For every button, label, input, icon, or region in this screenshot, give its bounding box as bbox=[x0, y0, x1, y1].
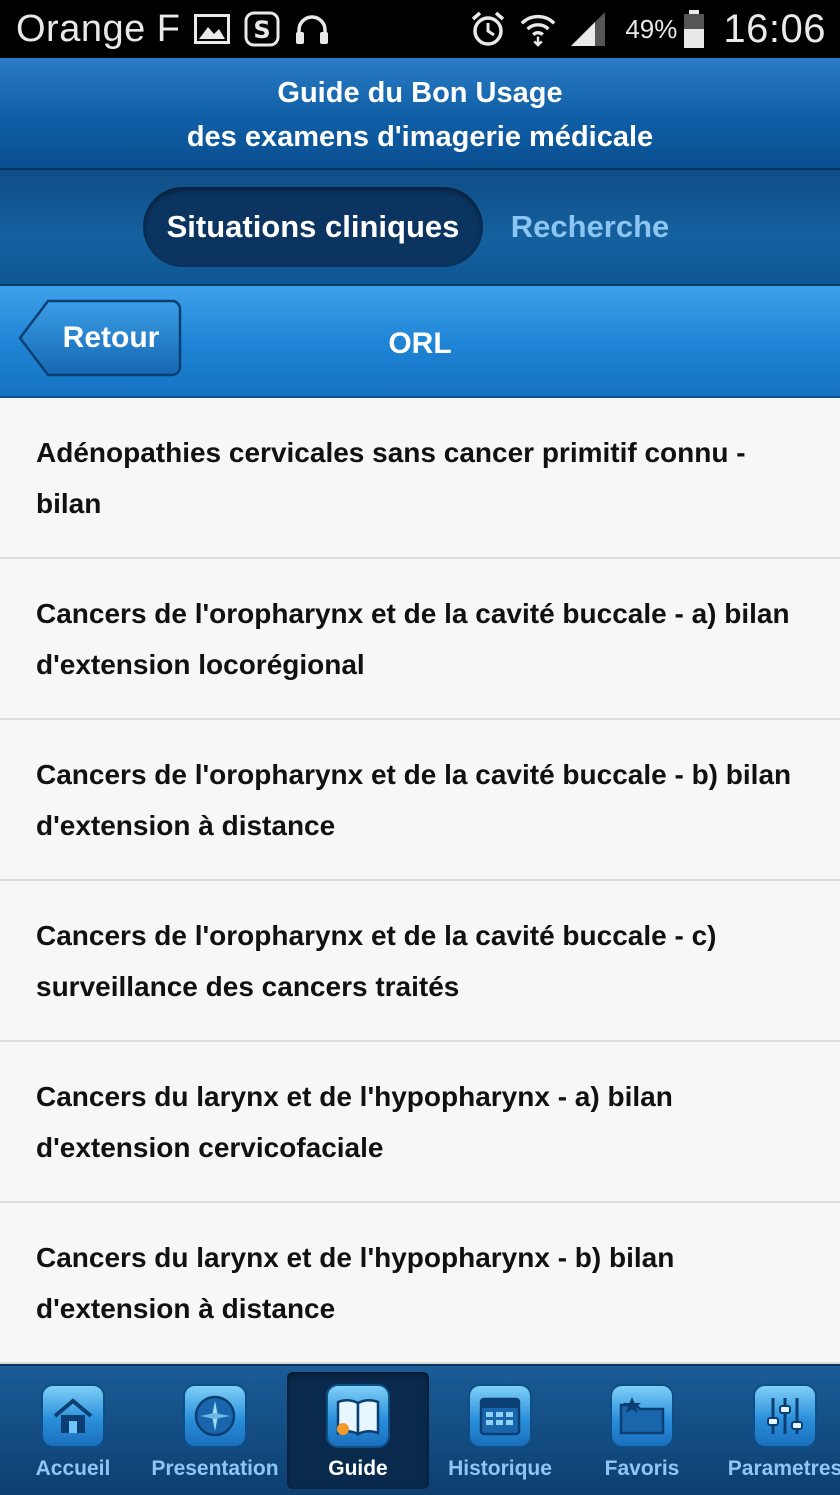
signal-icon bbox=[569, 10, 607, 48]
tab-parametres-label: Parametres bbox=[727, 1457, 840, 1480]
alarm-icon bbox=[469, 10, 507, 48]
app-title-line2: des examens d'imagerie médicale bbox=[186, 121, 654, 153]
list-item[interactable]: Cancers du larynx et de l'hypopharynx - … bbox=[0, 1042, 840, 1203]
list-item[interactable]: Cancers du larynx et de l'hypopharynx - … bbox=[0, 1203, 840, 1364]
list-item-label: Cancers de l'oropharynx et de la cavité … bbox=[36, 597, 790, 680]
sliders-icon bbox=[753, 1384, 817, 1448]
list-item-label: Cancers de l'oropharynx et de la cavité … bbox=[36, 758, 792, 841]
list-item[interactable]: Cancers de l'oropharynx et de la cavité … bbox=[0, 720, 840, 881]
app-title-bar: Guide du Bon Usage des examens d'imageri… bbox=[0, 58, 840, 170]
list-item-label: Cancers du larynx et de l'hypopharynx - … bbox=[36, 1241, 675, 1324]
list-item[interactable]: Cancers de l'oropharynx et de la cavité … bbox=[0, 559, 840, 720]
tab-guide[interactable]: Guide bbox=[287, 1372, 429, 1489]
segmented-control: Situations cliniques Recherche bbox=[0, 170, 840, 286]
list-item[interactable]: Adénopathies cervicales sans cancer prim… bbox=[0, 398, 840, 559]
list-item-label: Adénopathies cervicales sans cancer prim… bbox=[36, 436, 746, 519]
back-button-label: Retour bbox=[62, 321, 160, 354]
compass-icon bbox=[183, 1384, 247, 1448]
tab-historique-label: Historique bbox=[448, 1457, 552, 1480]
image-icon bbox=[193, 10, 231, 48]
clock: 16:06 bbox=[723, 6, 826, 51]
tab-parametres[interactable]: Parametres bbox=[714, 1372, 840, 1489]
list-item[interactable]: Cancers de l'oropharynx et de la cavité … bbox=[0, 881, 840, 1042]
list-item-label: Cancers du larynx et de l'hypopharynx - … bbox=[36, 1080, 673, 1163]
headphones-icon bbox=[293, 10, 331, 48]
tab-presentation-label: Presentation bbox=[151, 1457, 279, 1480]
calendar-icon bbox=[468, 1384, 532, 1448]
tab-accueil[interactable]: Accueil bbox=[2, 1372, 144, 1489]
home-icon bbox=[41, 1384, 105, 1448]
skype-icon: S bbox=[243, 10, 281, 48]
svg-text:S: S bbox=[253, 16, 270, 44]
tab-favoris-label: Favoris bbox=[604, 1457, 680, 1480]
tab-historique[interactable]: Historique bbox=[429, 1372, 571, 1489]
navigation-bar: Retour ORL bbox=[0, 286, 840, 398]
tab-accueil-label: Accueil bbox=[35, 1457, 111, 1480]
app-title-line1: Guide du Bon Usage bbox=[277, 77, 563, 109]
battery-icon bbox=[683, 10, 705, 48]
list-item-label: Cancers de l'oropharynx et de la cavité … bbox=[36, 919, 717, 1002]
status-bar: Orange F S 49% 16:06 bbox=[0, 0, 840, 58]
tab-presentation[interactable]: Presentation bbox=[144, 1372, 286, 1489]
folder-star-icon bbox=[610, 1384, 674, 1448]
battery-percent: 49% bbox=[625, 13, 678, 44]
bottom-tab-bar: Accueil Presentation Guide Historique Fa… bbox=[0, 1364, 840, 1495]
tab-favoris[interactable]: Favoris bbox=[571, 1372, 713, 1489]
clinical-situations-list: Adénopathies cervicales sans cancer prim… bbox=[0, 398, 840, 1364]
wifi-icon bbox=[519, 10, 557, 48]
back-button[interactable]: Retour bbox=[18, 299, 182, 377]
page-title: ORL bbox=[388, 327, 452, 360]
book-icon bbox=[326, 1384, 390, 1448]
tab-guide-label: Guide bbox=[328, 1457, 388, 1480]
tab-situations-cliniques[interactable]: Situations cliniques bbox=[143, 187, 483, 267]
tab-recherche[interactable]: Recherche bbox=[500, 187, 680, 267]
carrier-name: Orange F bbox=[16, 7, 181, 50]
